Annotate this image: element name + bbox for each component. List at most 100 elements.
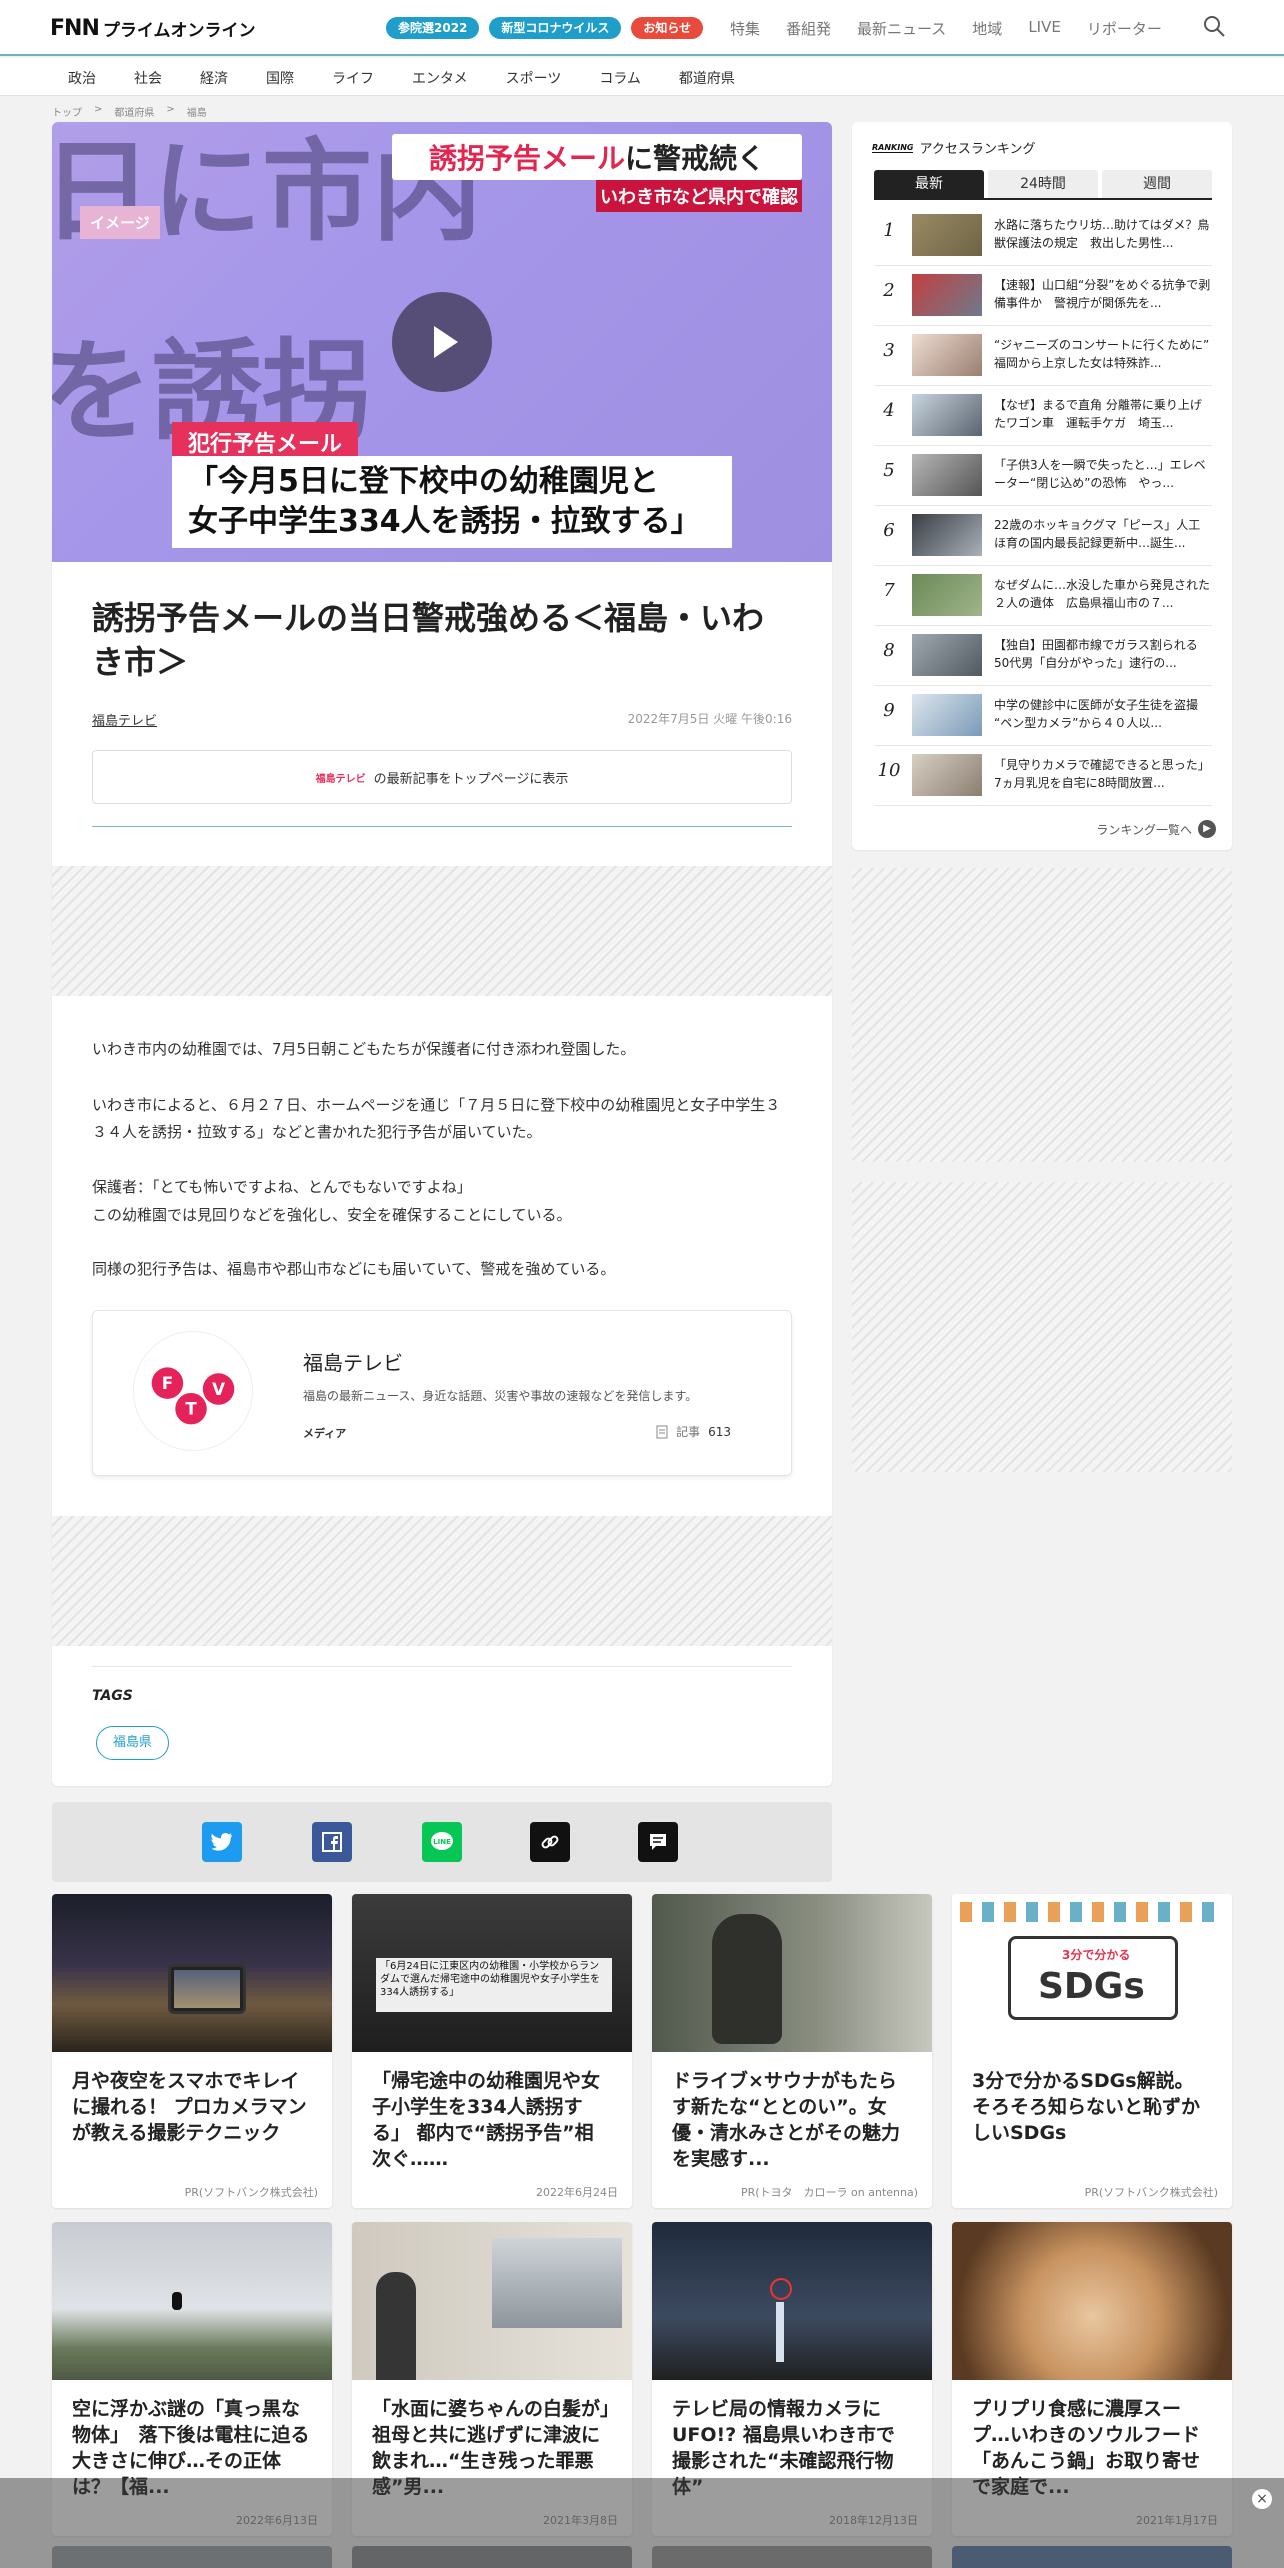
bottom-overlay-ad[interactable] <box>0 2478 1284 2568</box>
cat-sports[interactable]: スポーツ <box>506 68 562 88</box>
ranking-more-link[interactable]: ランキング一覧へ ▶ <box>1096 820 1216 838</box>
ranking-item[interactable]: 10 「見守りカメラで確認できると思った」7ヵ月乳児を自宅に8時間放置... <box>874 746 1212 806</box>
cat-economy[interactable]: 経済 <box>200 68 228 88</box>
ranking-item[interactable]: 1 水路に落ちたウリ坊…助けてはダメ？鳥獣保護法の規定 救出した男性... <box>874 206 1212 266</box>
ranking-panel: RANKING アクセスランキング 最新 24時間 週間 1 水路に落ちたウリ坊… <box>852 122 1232 850</box>
ranking-item[interactable]: 8 【独自】田園都市線でガラス割られる 50代男「自分がやった」逮行の... <box>874 626 1212 686</box>
rank-thumbnail <box>912 754 982 796</box>
recommend-card[interactable]: 3分で分かる SDGs 3分で分かるSDGs解説。そろそろ知らないと恥ずかしいS… <box>952 1894 1232 2208</box>
rank-thumbnail <box>912 334 982 376</box>
card-image-caption: 「6月24日に江東区内の幼稚園・小学校からランダムで選んだ帰宅途中の幼稚園児や女… <box>376 1958 612 2012</box>
comment-button[interactable] <box>638 1822 678 1862</box>
svg-text:T: T <box>185 1399 197 1419</box>
ad-slot[interactable] <box>52 866 832 996</box>
play-icon[interactable] <box>392 292 492 392</box>
divider <box>92 826 792 827</box>
recommend-card[interactable]: 「6月24日に江東区内の幼稚園・小学校からランダムで選んだ帰宅途中の幼稚園児や女… <box>352 1894 632 2208</box>
card-image: 3分で分かる SDGs <box>952 1894 1232 2052</box>
rank-number: 7 <box>883 580 895 601</box>
cat-society[interactable]: 社会 <box>134 68 162 88</box>
cat-international[interactable]: 国際 <box>266 68 294 88</box>
card-meta: 2022年6月24日 <box>536 2186 618 2199</box>
rank-thumbnail <box>912 694 982 736</box>
pill-covid[interactable]: 新型コロナウイルス <box>489 17 622 39</box>
article-source[interactable]: 福島テレビ <box>92 710 157 729</box>
rank-thumbnail <box>912 274 982 316</box>
card-meta: PR(ソフトバンク株式会社) <box>1084 2186 1218 2199</box>
breadcrumb-prefectures[interactable]: 都道府県 <box>114 104 154 119</box>
fukushima-tv-mini-logo: 福島テレビ <box>315 773 366 785</box>
ranking-item[interactable]: 4 【なぜ】まるで直角 分離帯に乗り上げたワゴン車 運転手ケガ 埼玉... <box>874 386 1212 446</box>
cat-entertainment[interactable]: エンタメ <box>412 68 468 88</box>
ad-slot[interactable] <box>52 1516 832 1646</box>
category-nav: 政治 社会 経済 国際 ライフ エンタメ スポーツ コラム 都道府県 <box>0 58 1284 96</box>
recommend-card[interactable]: ドライブ×サウナがもたらす新たな“ととのい”。女優・清水みさとがその魅力を実感す… <box>652 1894 932 2208</box>
close-icon[interactable]: × <box>1252 2489 1272 2509</box>
ranking-item[interactable]: 7 なぜダムに…水没した車から発見された２人の遺体 広島県福山市の７... <box>874 566 1212 626</box>
rank-number: 2 <box>883 280 895 301</box>
show-on-top-label: の最新記事をトップページに表示 <box>373 771 569 787</box>
rank-number: 9 <box>883 700 895 721</box>
facebook-share-button[interactable] <box>312 1822 352 1862</box>
video-player[interactable]: 日に市内 を誘拐 誘拐予告メール に警戒続く いわき市など県内で確認 イメージ 犯… <box>52 122 832 562</box>
ranking-item[interactable]: 3 “ジャニーズのコンサートに行くために” 福岡から上京した女は特殊詐... <box>874 326 1212 386</box>
media-card[interactable]: F T V 福島テレビ 福島の最新ニュース、身近な話題、災害や事故の速報などを発… <box>92 1310 792 1476</box>
cat-life[interactable]: ライフ <box>332 68 374 88</box>
nav-region[interactable]: 地域 <box>972 18 1002 39</box>
card-title: 3分で分かるSDGs解説。そろそろ知らないと恥ずかしいSDGs <box>972 2070 1201 2144</box>
tab-latest[interactable]: 最新 <box>874 170 984 198</box>
rank-thumbnail <box>912 454 982 496</box>
nav-feature[interactable]: 特集 <box>730 18 760 39</box>
tab-weekly[interactable]: 週間 <box>1102 170 1212 198</box>
svg-text:LINE: LINE <box>433 1838 451 1846</box>
article-date: 2022年7月5日 火曜 午後0:16 <box>627 712 792 726</box>
nav-live[interactable]: LIVE <box>1028 18 1061 39</box>
cat-prefectures[interactable]: 都道府県 <box>679 68 735 88</box>
pill-notice[interactable]: お知らせ <box>631 17 704 39</box>
cat-politics[interactable]: 政治 <box>68 68 96 88</box>
rank-number: 5 <box>883 460 895 481</box>
ranking-item[interactable]: 6 22歳のホッキョクグマ「ピース」人工ほ育の国内最長記録更新中…誕生... <box>874 506 1212 566</box>
sidebar-ad-slot[interactable] <box>852 868 1232 1162</box>
media-name[interactable]: 福島テレビ <box>303 1347 403 1376</box>
comment-icon <box>650 1834 666 1850</box>
rank-thumbnail <box>912 634 982 676</box>
svg-text:V: V <box>212 1379 225 1399</box>
card-meta: PR(ソフトバンク株式会社) <box>184 2186 318 2199</box>
show-on-top-button[interactable]: 福島テレビ の最新記事をトップページに表示 <box>92 750 792 804</box>
card-image <box>52 2222 332 2380</box>
site-header: FNN プライムオンライン 参院選2022 新型コロナウイルス お知らせ 特集 … <box>0 0 1284 56</box>
breadcrumb-sep: > <box>94 104 103 115</box>
tag-fukushima[interactable]: 福島県 <box>96 1726 170 1760</box>
tab-24h[interactable]: 24時間 <box>988 170 1098 198</box>
ranking-item[interactable]: 5 「子供3人を一瞬で失ったと…」エレベーター“閉じ込め”の恐怖 やっ... <box>874 446 1212 506</box>
document-icon <box>656 1425 668 1438</box>
copy-link-button[interactable] <box>530 1822 570 1862</box>
search-icon[interactable] <box>1202 14 1226 38</box>
rank-title: 【独自】田園都市線でガラス割られる 50代男「自分がやった」逮行の... <box>994 638 1198 670</box>
card-image-text: SDGs <box>1038 1966 1145 2007</box>
line-share-button[interactable]: LINE <box>422 1822 462 1862</box>
cat-column[interactable]: コラム <box>599 68 641 88</box>
facebook-icon <box>322 1832 342 1852</box>
pill-election[interactable]: 参院選2022 <box>386 17 480 39</box>
recommend-card[interactable]: 月や夜空をスマホでキレイに撮れる！ プロカメラマンが教える撮影テクニック PR(… <box>52 1894 332 2208</box>
nav-latest[interactable]: 最新ニュース <box>857 18 946 39</box>
rank-thumbnail <box>912 574 982 616</box>
ranking-title: アクセスランキング <box>919 142 1036 157</box>
ranking-item[interactable]: 2 【速報】山口組“分裂”をめぐる抗争で剥備事件か 警視庁が関係先を... <box>874 266 1212 326</box>
ranking-tabs: 最新 24時間 週間 <box>874 170 1212 200</box>
rank-thumbnail <box>912 514 982 556</box>
rank-title: 水路に落ちたウリ坊…助けてはダメ？鳥獣保護法の規定 救出した男性... <box>994 218 1210 250</box>
nav-programs[interactable]: 番組発 <box>786 18 831 39</box>
rank-title: 「見守りカメラで確認できると思った」7ヵ月乳児を自宅に8時間放置... <box>994 758 1210 790</box>
twitter-icon <box>211 1833 232 1851</box>
article-paragraph: いわき市内の幼稚園では、7月5日朝こどもたちが保護者に付き添われ登園した。 <box>92 1040 636 1058</box>
breadcrumb-top[interactable]: トップ <box>52 104 82 119</box>
ranking-item[interactable]: 9 中学の健診中に医師が女子生徒を盗撮 “ペン型カメラ”から４０人以... <box>874 686 1212 746</box>
rank-title: 【なぜ】まるで直角 分離帯に乗り上げたワゴン車 運転手ケガ 埼玉... <box>994 398 1202 430</box>
nav-reporter[interactable]: リポーター <box>1087 18 1162 39</box>
sidebar-ad-slot[interactable] <box>852 1182 1232 1472</box>
site-logo[interactable]: FNN プライムオンライン <box>50 16 256 41</box>
twitter-share-button[interactable] <box>202 1822 242 1862</box>
